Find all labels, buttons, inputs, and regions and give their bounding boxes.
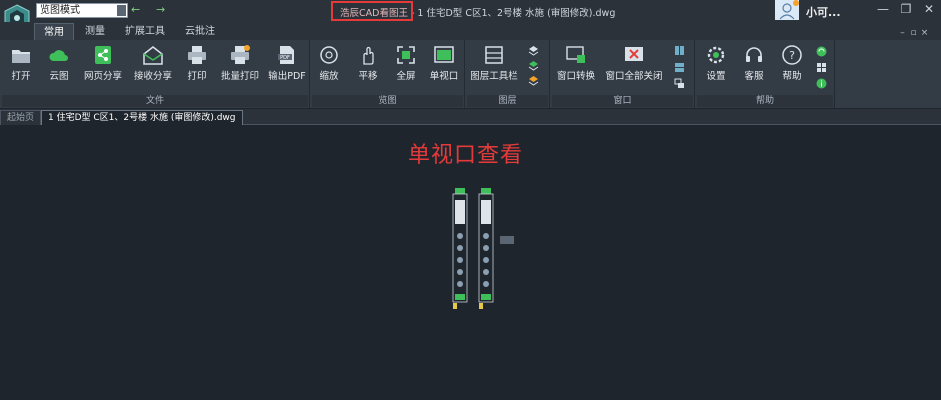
redo-icon[interactable]: →: [156, 4, 165, 16]
headset-icon: [746, 47, 762, 62]
layer-state-icon[interactable]: [528, 60, 539, 71]
mdi-restore-icon[interactable]: ▫: [908, 28, 919, 38]
web-share-button[interactable]: 网页分享: [81, 44, 125, 82]
cad-drawing-thumbnail[interactable]: [450, 188, 520, 313]
apps-grid-icon[interactable]: [816, 62, 827, 73]
support-button[interactable]: 客服: [739, 44, 769, 82]
gear-icon: [707, 46, 725, 64]
restore-icon[interactable]: ❐: [898, 2, 914, 16]
cloud-icon: [49, 50, 68, 61]
update-icon[interactable]: [816, 46, 827, 57]
tab-extensions[interactable]: 扩展工具: [116, 23, 174, 40]
cascade-icon[interactable]: [674, 78, 685, 89]
layer-toolbar-button-label: 图层工具栏: [470, 71, 518, 82]
settings-button[interactable]: 设置: [701, 44, 731, 82]
chevron-down-icon[interactable]: [117, 5, 126, 16]
export-pdf-button[interactable]: PDF 输出PDF: [268, 44, 306, 82]
folder-icon: [12, 50, 30, 63]
close-all-windows-button-label: 窗口全部关闭: [605, 71, 663, 82]
fullscreen-icon: [397, 46, 415, 64]
group-label-help: 帮助: [697, 95, 833, 107]
help-button-label: 帮助: [782, 71, 802, 82]
batch-print-button-label: 批量打印: [220, 71, 259, 82]
open-button-label: 打开: [11, 71, 31, 82]
minimize-icon[interactable]: —: [875, 2, 891, 16]
zoom-button[interactable]: 缩放: [314, 44, 344, 82]
pan-button[interactable]: 平移: [353, 44, 383, 82]
group-label-window: 窗口: [552, 95, 693, 107]
window-switch-button[interactable]: 窗口转换: [555, 44, 597, 82]
fullscreen-button[interactable]: 全屏: [391, 44, 421, 82]
window-switch-icon: [566, 46, 585, 63]
group-label-view: 览图: [312, 95, 463, 107]
share-icon: [95, 46, 111, 64]
mdi-controls: – ▫ ×: [897, 28, 930, 38]
mdi-minimize-icon[interactable]: –: [897, 28, 908, 38]
group-label-layer: 图层: [467, 95, 548, 107]
user-name[interactable]: 小可...: [806, 4, 841, 20]
tile-vertical-icon[interactable]: [674, 45, 685, 56]
printer-icon: [188, 46, 206, 64]
close-all-windows-button[interactable]: 窗口全部关闭: [603, 44, 665, 82]
mdi-close-icon[interactable]: ×: [919, 28, 930, 38]
layers-icon[interactable]: [528, 45, 539, 56]
notification-dot: [793, 0, 799, 6]
help-button[interactable]: ? 帮助: [777, 44, 807, 82]
receive-share-button[interactable]: 接收分享: [131, 44, 175, 82]
view-mode-select[interactable]: 览图模式: [36, 3, 128, 18]
pan-button-label: 平移: [358, 71, 378, 82]
export-pdf-button-label: 输出PDF: [268, 71, 306, 82]
hand-icon: [363, 46, 374, 65]
support-button-label: 客服: [744, 71, 764, 82]
single-viewport-button[interactable]: 单视口: [428, 44, 460, 82]
receive-share-button-label: 接收分享: [133, 71, 172, 82]
title-highlight-box: [331, 1, 413, 21]
tab-start-page[interactable]: 起始页: [0, 110, 42, 125]
zoom-icon: [320, 46, 338, 64]
tab-active-drawing[interactable]: 1 住宅D型 C区1、2号楼 水施 (审图修改).dwg: [41, 110, 243, 125]
tab-common[interactable]: 常用: [34, 23, 74, 40]
zoom-button-label: 缩放: [319, 71, 339, 82]
batch-print-button[interactable]: 批量打印: [218, 44, 262, 82]
print-button[interactable]: 打印: [182, 44, 212, 82]
single-viewport-button-label: 单视口: [429, 71, 459, 82]
close-icon[interactable]: ✕: [921, 2, 937, 16]
web-share-button-label: 网页分享: [83, 71, 122, 82]
batch-printer-icon: [231, 45, 250, 64]
settings-button-label: 设置: [706, 71, 726, 82]
svg-text:?: ?: [789, 49, 795, 62]
canvas-caption: 单视口查看: [408, 143, 524, 168]
question-icon: ?: [782, 45, 802, 65]
print-button-label: 打印: [187, 71, 207, 82]
info-icon[interactable]: [816, 78, 827, 89]
single-viewport-icon: [434, 46, 454, 63]
layer-manage-icon[interactable]: [528, 75, 539, 86]
cloud-button[interactable]: 云图: [44, 44, 74, 82]
open-button[interactable]: 打开: [6, 44, 36, 82]
cloud-button-label: 云图: [49, 71, 69, 82]
close-windows-icon: [625, 47, 643, 61]
group-label-file: 文件: [2, 95, 308, 107]
svg-text:PDF: PDF: [280, 55, 290, 61]
window-switch-button-label: 窗口转换: [556, 71, 595, 82]
pdf-icon: PDF: [278, 46, 294, 64]
window-title-file: - 1 住宅D型 C区1、2号楼 水施 (审图修改).dwg: [407, 8, 616, 19]
tile-horizontal-icon[interactable]: [674, 62, 685, 73]
receive-mail-icon: [143, 46, 163, 65]
layer-toolbar-button[interactable]: 图层工具栏: [468, 44, 520, 82]
undo-icon[interactable]: ←: [131, 4, 140, 16]
layer-toolbar-icon: [485, 46, 503, 64]
view-mode-select-value: 览图模式: [40, 5, 80, 16]
tab-measure[interactable]: 测量: [76, 23, 114, 40]
fullscreen-button-label: 全屏: [396, 71, 416, 82]
tab-cloud-annotate[interactable]: 云批注: [176, 23, 224, 40]
